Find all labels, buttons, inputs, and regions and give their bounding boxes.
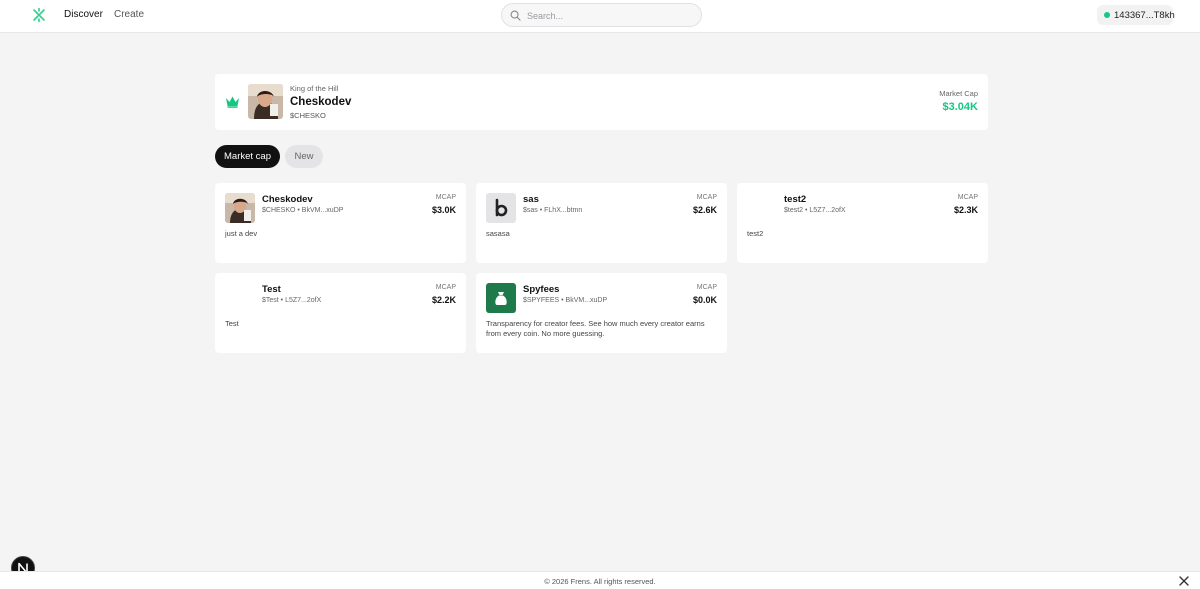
token-avatar [486,193,516,223]
mcap-value: $3.0K [431,205,456,215]
token-avatar [225,193,255,223]
token-avatar [486,283,516,313]
token-avatar [248,84,283,119]
mcap-label: MCAP [435,194,456,201]
token-ticker-address: $sas • FLhX...btmn [523,207,583,214]
nav-create[interactable]: Create [114,9,144,20]
mcap-value: $2.6K [692,205,717,215]
mcap-label: MCAP [696,284,717,291]
token-card[interactable]: Test $Test • L5Z7...2ofX MCAP $2.2K Test [215,273,466,353]
token-description: Test [225,319,239,328]
king-of-the-hill-card[interactable]: King of the Hill Cheskodev $CHESKO Marke… [215,74,988,130]
token-card[interactable]: Cheskodev $CHESKO • BkVM...xuDP MCAP $3.… [215,183,466,263]
filter-new[interactable]: New [285,145,323,168]
token-ticker-address: $test2 • L5Z7...2ofX [784,207,846,214]
token-name: Cheskodev [262,194,313,205]
token-name: Spyfees [523,284,560,295]
market-cap-label: Market Cap [939,89,978,98]
token-ticker-address: $CHESKO • BkVM...xuDP [262,207,344,214]
token-description: sasasa [486,229,510,238]
top-nav: Discover Create 143367...T8kh [0,0,1200,33]
filter-market-cap[interactable]: Market cap [215,145,280,168]
frens-logo-icon[interactable] [31,7,47,23]
token-ticker-address: $Test • L5Z7...2ofX [262,297,322,304]
market-cap-value: $3.04K [942,101,978,113]
token-name: test2 [784,194,807,205]
mcap-value: $2.2K [431,295,456,305]
token-card[interactable]: Spyfees $SPYFEES • BkVM...xuDP MCAP $0.0… [476,273,727,353]
mcap-label: MCAP [435,284,456,291]
money-bag-icon [486,283,516,313]
mcap-value: $2.3K [953,205,978,215]
wallet-button[interactable]: 143367...T8kh [1097,5,1175,25]
token-name: Test [262,284,281,295]
token-description: just a dev [225,229,258,238]
mcap-value: $0.0K [692,295,717,305]
x-twitter-icon[interactable] [1179,576,1189,586]
token-name: Cheskodev [290,96,352,108]
crown-icon [226,96,239,108]
token-description: Transparency for creator fees. See how m… [486,319,705,338]
mcap-label: MCAP [696,194,717,201]
copyright-text: © 2026 Frens. All rights reserved. [544,577,656,586]
search-box[interactable] [501,3,702,27]
mcap-label: MCAP [957,194,978,201]
wallet-address: 143367...T8kh [1114,10,1175,21]
token-card[interactable]: test2 $test2 • L5Z7...2ofX MCAP $2.3K te… [737,183,988,263]
token-name: sas [523,194,539,205]
token-card[interactable]: sas $sas • FLhX...btmn MCAP $2.6K sasasa [476,183,727,263]
nav-discover[interactable]: Discover [64,9,103,20]
search-input[interactable] [527,8,697,23]
connected-status-dot [1104,12,1110,18]
footer: © 2026 Frens. All rights reserved. [0,571,1200,589]
king-of-the-hill-label: King of the Hill [290,84,339,93]
search-icon [510,10,521,21]
token-ticker: $CHESKO [290,111,326,120]
token-ticker-address: $SPYFEES • BkVM...xuDP [523,297,608,304]
token-description: test2 [747,229,764,238]
